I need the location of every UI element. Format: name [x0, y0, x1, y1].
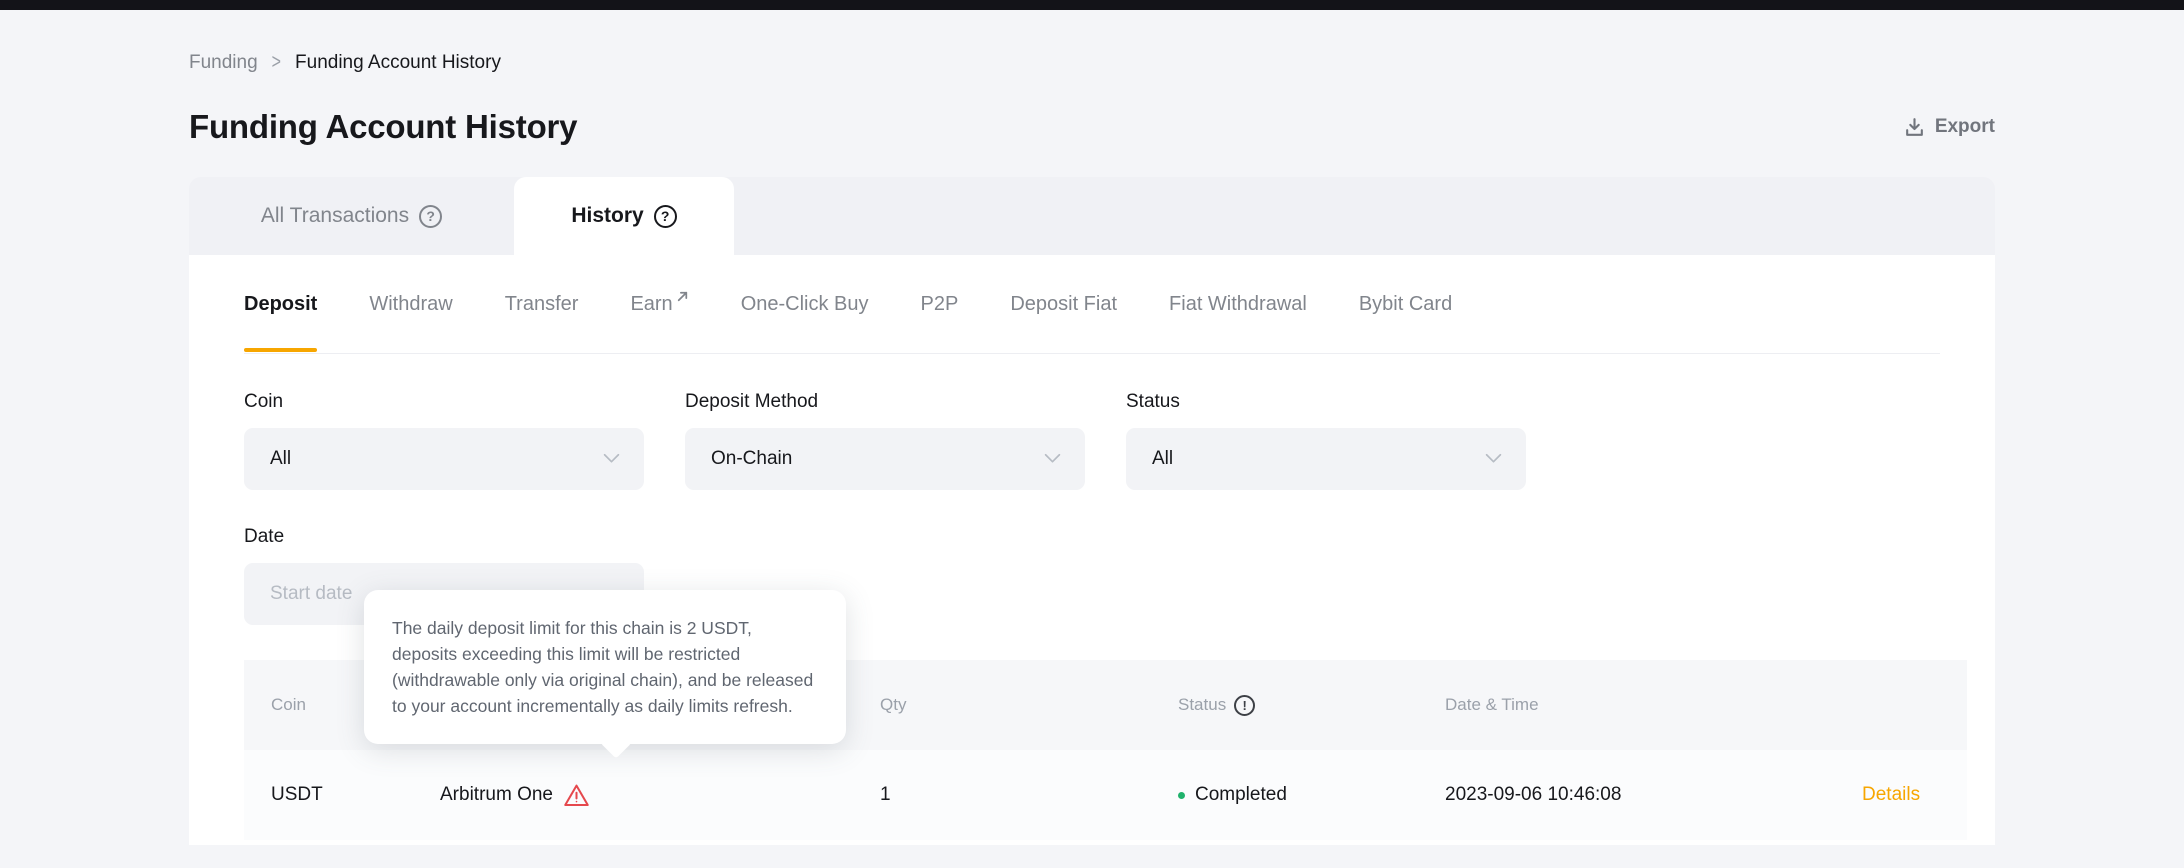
status-info-icon[interactable]: !: [1234, 695, 1255, 716]
all-transactions-help-icon[interactable]: ?: [419, 205, 442, 228]
row-coin: USDT: [244, 784, 440, 806]
subtab-withdraw-label: Withdraw: [369, 293, 452, 316]
coin-select[interactable]: All: [244, 428, 644, 490]
chevron-down-icon: [1044, 448, 1061, 470]
row-chain-label: Arbitrum One: [440, 784, 553, 806]
subtab-deposit[interactable]: Deposit: [244, 255, 317, 353]
title-row: Funding Account History Export: [189, 108, 1995, 146]
subtab-transfer-label: Transfer: [505, 293, 579, 316]
subtab-one-click-buy-label: One-Click Buy: [741, 293, 869, 316]
row-qty: 1: [880, 784, 1178, 806]
subtab-p2p-label: P2P: [921, 293, 959, 316]
deposit-method-select-value: On-Chain: [711, 448, 792, 470]
row-chain: Arbitrum One: [440, 783, 880, 808]
chevron-down-icon: [603, 448, 620, 470]
row-status-label: Completed: [1195, 784, 1287, 806]
export-label: Export: [1935, 116, 1995, 138]
history-help-icon[interactable]: ?: [654, 205, 677, 228]
filters-row: Coin All Deposit Method On-Chain: [244, 391, 1940, 490]
subtab-deposit-label: Deposit: [244, 293, 317, 316]
status-filter: Status All: [1126, 391, 1526, 490]
breadcrumb-chevron-icon: >: [272, 51, 281, 75]
chevron-down-icon: [1485, 448, 1502, 470]
download-icon: [1903, 116, 1926, 139]
details-link[interactable]: Details: [1862, 784, 1920, 806]
row-datetime: 2023-09-06 10:46:08: [1445, 784, 1862, 806]
header-status-label: Status: [1178, 695, 1226, 715]
coin-select-value: All: [270, 448, 291, 470]
deposit-method-filter-label: Deposit Method: [685, 391, 1085, 413]
subtab-fiat-withdrawal-label: Fiat Withdrawal: [1169, 293, 1307, 316]
history-card-body: Deposit Withdraw Transfer Earn One-Click…: [189, 255, 1995, 845]
subtab-earn[interactable]: Earn: [630, 255, 688, 353]
deposit-method-select[interactable]: On-Chain: [685, 428, 1085, 490]
export-button[interactable]: Export: [1903, 116, 1995, 139]
breadcrumb: Funding > Funding Account History: [189, 52, 1995, 74]
account-tabs: All Transactions ? History ?: [189, 177, 1995, 255]
header-status: Status !: [1178, 695, 1445, 716]
tab-history[interactable]: History ?: [514, 177, 734, 255]
deposit-method-filter: Deposit Method On-Chain: [685, 391, 1085, 490]
tab-history-label: History: [571, 204, 643, 228]
transaction-type-tabs: Deposit Withdraw Transfer Earn One-Click…: [244, 255, 1940, 354]
status-select-value: All: [1152, 448, 1173, 470]
subtab-one-click-buy[interactable]: One-Click Buy: [741, 255, 869, 353]
subtab-p2p[interactable]: P2P: [921, 255, 959, 353]
tab-all-transactions-label: All Transactions: [261, 204, 409, 228]
active-tab-underline: [244, 348, 317, 352]
top-black-bar: [0, 0, 2184, 10]
subtab-bybit-card[interactable]: Bybit Card: [1359, 255, 1452, 353]
deposit-limit-tooltip-text: The daily deposit limit for this chain i…: [392, 618, 813, 716]
header-datetime: Date & Time: [1445, 695, 1862, 715]
breadcrumb-current: Funding Account History: [295, 52, 501, 74]
start-date-placeholder: Start date: [270, 583, 352, 605]
deposit-limit-tooltip: The daily deposit limit for this chain i…: [364, 590, 846, 744]
warning-icon[interactable]: [563, 783, 590, 808]
status-dot-icon: [1178, 792, 1185, 799]
coin-filter: Coin All: [244, 391, 644, 490]
subtab-withdraw[interactable]: Withdraw: [369, 255, 452, 353]
subtab-transfer[interactable]: Transfer: [505, 255, 579, 353]
subtab-fiat-withdrawal[interactable]: Fiat Withdrawal: [1169, 255, 1307, 353]
subtab-bybit-card-label: Bybit Card: [1359, 293, 1452, 316]
coin-filter-label: Coin: [244, 391, 644, 413]
subtab-deposit-fiat-label: Deposit Fiat: [1010, 293, 1117, 316]
status-select[interactable]: All: [1126, 428, 1526, 490]
external-link-icon: [676, 286, 689, 309]
funding-history-page: Funding > Funding Account History Fundin…: [0, 52, 2184, 845]
header-qty: Qty: [880, 695, 1178, 715]
tab-all-transactions[interactable]: All Transactions ?: [189, 177, 514, 255]
date-filter-label: Date: [244, 526, 1940, 548]
history-card: All Transactions ? History ? Deposit Wit…: [189, 177, 1995, 845]
subtab-deposit-fiat[interactable]: Deposit Fiat: [1010, 255, 1117, 353]
row-status: Completed: [1178, 784, 1445, 806]
table-row: USDT Arbitrum One 1: [244, 750, 1967, 840]
subtab-earn-label: Earn: [630, 293, 672, 316]
breadcrumb-funding-link[interactable]: Funding: [189, 52, 258, 74]
page-title: Funding Account History: [189, 108, 577, 146]
status-filter-label: Status: [1126, 391, 1526, 413]
